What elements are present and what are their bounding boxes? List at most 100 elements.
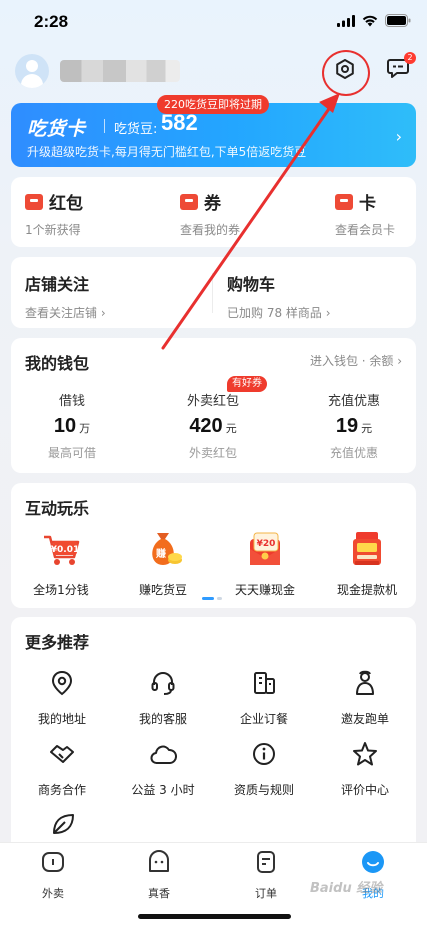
cloud-icon [150, 745, 177, 764]
followed-shops[interactable]: 店铺关注 查看关注店铺 › [25, 271, 106, 321]
annotation-circle [322, 50, 370, 96]
shop-cart-card: 店铺关注 查看关注店铺 › 购物车 已加购 78 样商品 › [11, 257, 416, 328]
vip-card-description: 升级超级吃货卡,每月得无门槛红包,下单5倍返吃货豆 [27, 145, 307, 159]
play-item-label: 天天赚现金 [234, 583, 295, 597]
status-time: 2:28 [34, 12, 69, 31]
play-item-one-cent[interactable]: ¥0.01 全场1分钱 [16, 529, 106, 598]
followed-shops-title: 店铺关注 [25, 275, 90, 294]
tab-orders[interactable]: 订单 [231, 849, 301, 901]
vip-divider [104, 119, 105, 133]
more-item-address[interactable]: 我的地址 [17, 669, 107, 727]
more-title: 更多推荐 [25, 633, 90, 652]
interactive-play-card: 互动玩乐 ¥0.01 全场1分钱 赚 赚吃货豆 ¥20 天天赚现金 现金提款机 [11, 483, 416, 608]
tab-label: 外卖 [42, 887, 64, 900]
wallet-item-subtitle: 充值优惠 [329, 446, 378, 460]
benefit-member-card[interactable]: 卡 查看会员卡 [335, 189, 395, 238]
wallet-item-subtitle: 最高可借 [47, 446, 96, 460]
avatar[interactable] [15, 54, 49, 88]
wallet-item-recharge[interactable]: 充值优惠 19 元 充值优惠 [299, 390, 409, 461]
message-button[interactable]: 2 [386, 52, 416, 84]
play-item-cash-machine[interactable]: 现金提款机 [322, 529, 412, 598]
more-item-label: 公益 3 小时 [131, 783, 195, 797]
divider [212, 273, 213, 313]
carousel-indicator [202, 597, 222, 600]
more-item-review-center[interactable]: 评价中心 [320, 740, 410, 798]
card-icon [335, 193, 353, 210]
home-indicator[interactable] [138, 914, 291, 919]
username-redacted[interactable] [60, 60, 180, 82]
more-item-customer-service[interactable]: 我的客服 [118, 669, 208, 727]
more-item-label: 商务合作 [37, 783, 86, 797]
benefit-title: 卡 [359, 194, 376, 214]
info-icon [253, 743, 275, 765]
play-item-daily-cash[interactable]: ¥20 天天赚现金 [220, 529, 310, 598]
more-item-label: 评价中心 [340, 783, 389, 797]
headset-icon [151, 672, 175, 695]
more-item-label: 我的客服 [138, 712, 187, 726]
benefit-red-packet[interactable]: 红包 1个新获得 [25, 189, 83, 238]
shopping-cart-title: 购物车 [227, 275, 276, 294]
wallet-item-unit: 元 [225, 423, 237, 435]
more-item-enterprise-meals[interactable]: 企业订餐 [219, 669, 309, 727]
enter-wallet-link[interactable]: 进入钱包 · 余额 › [310, 352, 402, 369]
money-bag-icon: 赚 [152, 533, 182, 565]
more-item-label: 企业订餐 [239, 712, 288, 726]
wallet-item-value: 19 [335, 415, 359, 437]
tab-label: 订单 [255, 887, 277, 900]
shopping-cart-icon: ¥0.01 [44, 535, 80, 565]
coupon-icon [180, 193, 198, 210]
wallet-item-red-packet[interactable]: 外卖红包 420 元 外卖红包 [158, 390, 268, 461]
shopping-cart-link: 已加购 78 样商品 › [227, 306, 331, 320]
shopping-cart[interactable]: 购物车 已加购 78 样商品 › [227, 271, 331, 321]
wallet-item-unit: 元 [361, 423, 373, 435]
benefit-coupon[interactable]: 券 查看我的券 [180, 189, 240, 238]
benefit-subtitle: 查看我的券 [180, 223, 241, 237]
wallet-item-value: 420 [189, 415, 223, 437]
play-title: 互动玩乐 [25, 499, 90, 518]
cash-machine-icon [353, 532, 381, 565]
benefit-subtitle: 查看会员卡 [335, 223, 396, 237]
wallet-item-loan[interactable]: 借钱 10 万 最高可借 [17, 390, 127, 461]
wallet-item-label: 充值优惠 [327, 394, 380, 409]
smile-icon [149, 850, 169, 872]
wallet-title: 我的钱包 [25, 354, 90, 373]
runner-icon [356, 670, 374, 695]
play-item-earn-beans[interactable]: 赚 赚吃货豆 [118, 529, 208, 598]
benefit-title: 券 [204, 194, 221, 214]
home-icon [42, 852, 64, 872]
battery-icon [385, 14, 411, 27]
leaf-icon[interactable] [49, 810, 77, 838]
avatar-head-shape [26, 60, 38, 72]
avatar-body-shape [21, 74, 43, 88]
orders-icon [257, 851, 275, 873]
wallet-item-subtitle: 外卖红包 [188, 446, 237, 460]
location-pin-icon [51, 670, 73, 696]
play-icon-text: ¥0.01 [51, 545, 79, 555]
more-item-charity[interactable]: 公益 3 小时 [118, 740, 208, 798]
red-packet-icon [25, 193, 43, 210]
benefit-subtitle: 1个新获得 [25, 223, 81, 237]
play-icon-text: 赚 [155, 547, 166, 560]
signal-icon [337, 14, 355, 27]
benefits-card: 红包 1个新获得 券 查看我的券 卡 查看会员卡 [11, 177, 416, 247]
play-item-label: 现金提款机 [336, 583, 397, 597]
play-icon-text: ¥20 [257, 539, 276, 549]
vip-card-title: 吃货卡 [27, 118, 86, 140]
more-item-qualifications[interactable]: 资质与规则 [219, 740, 309, 798]
tab-label: 真香 [148, 887, 170, 900]
expiring-beans-tag: 220吃货豆即将过期 [157, 95, 269, 114]
tab-discover[interactable]: 真香 [124, 849, 194, 901]
more-item-label: 我的地址 [37, 712, 86, 726]
wallet-card: 我的钱包 进入钱包 · 余额 › 借钱 10 万 最高可借 外卖红包 420 元 外… [11, 338, 416, 473]
more-item-invite-runner[interactable]: 邀友跑单 [320, 669, 410, 727]
wifi-icon [362, 15, 378, 26]
beans-label: 吃货豆: [114, 122, 158, 137]
play-item-label: 赚吃货豆 [138, 583, 187, 597]
chevron-right-icon: › [395, 127, 402, 146]
carousel-dot [217, 597, 222, 600]
wallet-item-unit: 万 [79, 423, 91, 435]
more-item-business-cooperation[interactable]: 商务合作 [17, 740, 107, 798]
tab-takeout[interactable]: 外卖 [18, 849, 88, 901]
benefit-title: 红包 [49, 194, 83, 214]
wallet-item-label: 借钱 [58, 394, 85, 409]
